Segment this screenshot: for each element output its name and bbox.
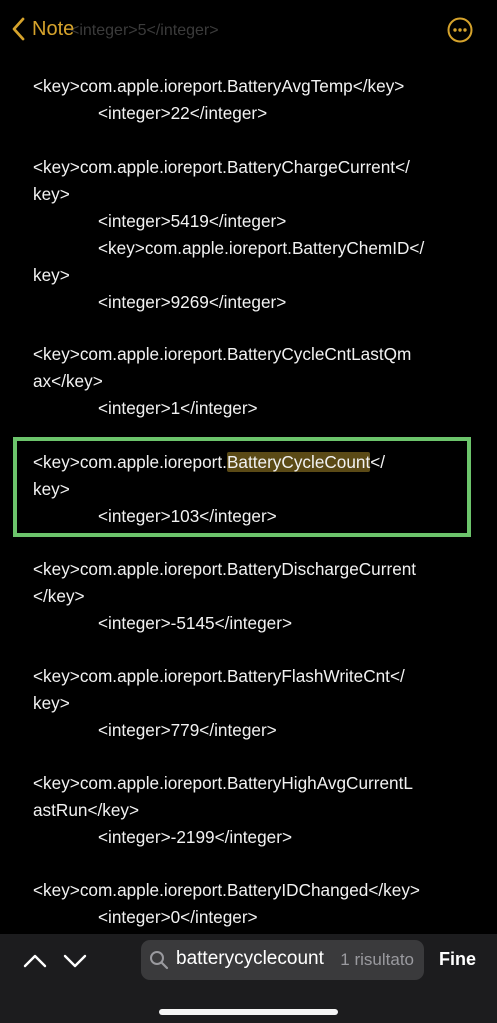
key-line-wrap: astRun</key> xyxy=(33,800,140,820)
key-line-wrap: </key> xyxy=(33,586,85,606)
find-query[interactable]: batterycyclecount xyxy=(176,948,336,970)
ellipsis-circle-icon[interactable] xyxy=(447,17,473,43)
value-line: <integer>1</integer> xyxy=(98,398,258,418)
home-indicator[interactable] xyxy=(159,1009,338,1015)
key-line: <key>com.apple.ioreport.BatteryDischarge… xyxy=(33,559,417,579)
find-input[interactable]: batterycyclecount 1 risultato xyxy=(141,940,424,980)
value-line: <integer>22</integer> xyxy=(98,103,268,123)
search-match-outline xyxy=(13,437,471,537)
key-line: <key>com.apple.ioreport.BatteryHighAvgCu… xyxy=(33,773,413,793)
key-line-wrap: key> xyxy=(33,184,70,204)
chevron-left-icon xyxy=(12,17,25,41)
chevron-down-icon[interactable] xyxy=(62,948,88,974)
key-line-wrap: ax</key> xyxy=(33,371,103,391)
key-line: <key>com.apple.ioreport.BatteryAvgTemp</… xyxy=(33,76,405,96)
value-line: <integer>5419</integer> xyxy=(98,211,287,231)
navigation-bar: <integer>5</integer> Note xyxy=(0,0,497,60)
scrolled-content-ghost: <integer>5</integer> xyxy=(70,22,219,39)
key-line: <key>com.apple.ioreport.BatteryChemID</ xyxy=(98,238,425,258)
key-line: <key>com.apple.ioreport.BatteryChargeCur… xyxy=(33,157,410,177)
key-line-wrap: key> xyxy=(33,693,70,713)
value-line: <integer>0</integer> xyxy=(98,907,258,927)
chevron-up-icon[interactable] xyxy=(22,948,48,974)
value-line: <integer>-5145</integer> xyxy=(98,613,292,633)
value-line: <integer>-2199</integer> xyxy=(98,827,292,847)
done-button[interactable]: Fine xyxy=(439,949,476,970)
value-line: <integer>9269</integer> xyxy=(98,292,287,312)
key-line: <key>com.apple.ioreport.BatteryIDChanged… xyxy=(33,880,420,900)
key-line: <key>com.apple.ioreport.BatteryFlashWrit… xyxy=(33,666,405,686)
value-line: <integer>779</integer> xyxy=(98,720,277,740)
find-result-count: 1 risultato xyxy=(338,950,414,970)
search-icon xyxy=(150,951,169,970)
back-button[interactable]: Note xyxy=(12,14,74,44)
back-button-label: Note xyxy=(32,17,75,40)
key-line-wrap: key> xyxy=(33,265,70,285)
key-line: <key>com.apple.ioreport.BatteryCycleCntL… xyxy=(33,344,412,364)
